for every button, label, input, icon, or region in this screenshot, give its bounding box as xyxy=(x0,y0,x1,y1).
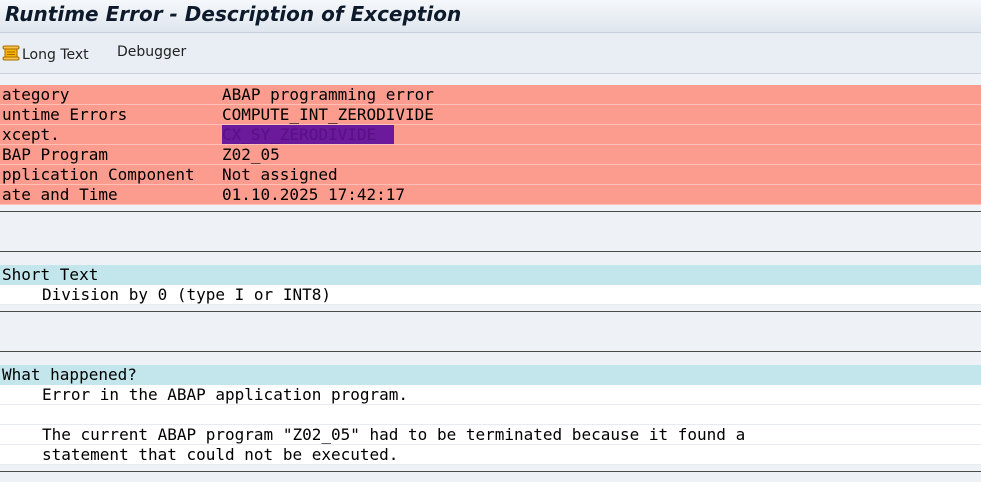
long-text-button[interactable]: Long Text xyxy=(2,44,89,64)
debugger-label: Debugger xyxy=(117,44,187,60)
debugger-button[interactable]: Debugger xyxy=(117,44,186,64)
text-line: statement that could not be executed. xyxy=(0,445,981,465)
header-value: COMPUTE_INT_ZERODIVIDE xyxy=(222,105,434,124)
text-line xyxy=(0,405,981,425)
text-line: The current ABAP program "Z02_05" had to… xyxy=(0,425,981,445)
section-title: Short Text xyxy=(2,265,99,284)
long-text-label: Long Text xyxy=(22,47,89,63)
divider xyxy=(0,211,981,212)
text-line: Error in the ABAP application program. xyxy=(0,385,981,405)
header-key: ategory xyxy=(2,85,70,104)
section-title: What happened? xyxy=(2,365,137,384)
header-value: Not assigned xyxy=(222,165,338,184)
text-line-content: Division by 0 (type I or INT8) xyxy=(42,285,331,304)
section-title-what-happened: What happened? xyxy=(0,365,981,385)
header-key: untime Errors xyxy=(2,105,128,124)
header-row-category: ategory ABAP programming error xyxy=(0,85,981,105)
scroll-icon xyxy=(2,44,20,66)
header-row-runtime-errors: untime Errors COMPUTE_INT_ZERODIVIDE xyxy=(0,105,981,125)
header-value-selected[interactable]: CX_SY_ZERODIVIDE xyxy=(222,125,395,144)
text-line: Division by 0 (type I or INT8) xyxy=(0,285,981,305)
header-key: ate and Time xyxy=(2,185,118,204)
application-toolbar: Long Text Debugger xyxy=(0,33,981,74)
divider xyxy=(0,251,981,252)
divider xyxy=(0,351,981,352)
header-value: Z02_05 xyxy=(222,145,280,164)
divider xyxy=(0,311,981,312)
title-bar: Runtime Error - Description of Exception xyxy=(0,0,981,33)
header-row-application-component: pplication Component Not assigned xyxy=(0,165,981,185)
divider xyxy=(0,471,981,472)
header-key: BAP Program xyxy=(2,145,108,164)
window-title: Runtime Error - Description of Exception xyxy=(5,2,462,26)
error-dump-area[interactable]: ategory ABAP programming error untime Er… xyxy=(0,74,981,482)
section-title-short-text: Short Text xyxy=(0,265,981,285)
header-value: 01.10.2025 17:42:17 xyxy=(222,185,406,204)
text-line-content: statement that could not be executed. xyxy=(42,445,399,464)
header-key: xcept. xyxy=(2,125,60,144)
header-row-abap-program: BAP Program Z02_05 xyxy=(0,145,981,165)
text-line-content: Error in the ABAP application program. xyxy=(42,385,409,404)
text-line-content: The current ABAP program "Z02_05" had to… xyxy=(42,425,746,444)
header-row-date-time: ate and Time 01.10.2025 17:42:17 xyxy=(0,185,981,205)
header-row-exception: xcept. CX_SY_ZERODIVIDE xyxy=(0,125,981,145)
header-key: pplication Component xyxy=(2,165,195,184)
header-value: ABAP programming error xyxy=(222,85,434,104)
